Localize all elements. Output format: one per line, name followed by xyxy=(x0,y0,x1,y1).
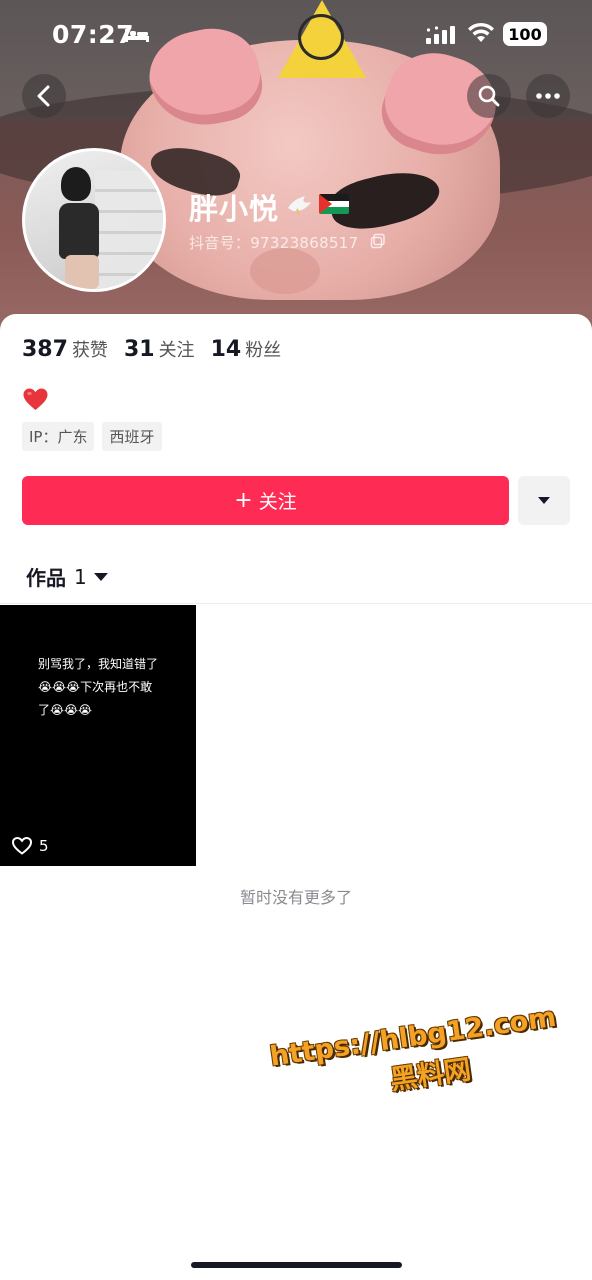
ip-location-tag: IP：广东 xyxy=(22,422,95,451)
caption-line: 别骂我了，我知道错了 xyxy=(38,657,159,671)
search-button[interactable] xyxy=(467,74,511,118)
stat-label: 关注 xyxy=(158,340,195,361)
recommend-dropdown-button[interactable] xyxy=(518,476,570,525)
battery-indicator: 100 xyxy=(503,22,547,46)
avatar[interactable] xyxy=(22,148,166,292)
stat-following[interactable]: 31 关注 xyxy=(124,336,195,362)
more-options-button[interactable] xyxy=(526,74,570,118)
follow-label: 关注 xyxy=(258,491,297,513)
copy-icon[interactable] xyxy=(370,233,386,249)
palestine-flag-icon xyxy=(319,194,349,214)
end-of-list-text: 暂时没有更多了 xyxy=(239,888,352,907)
country-tag: 西班牙 xyxy=(102,422,162,451)
tab-works[interactable]: 作品 1 xyxy=(26,562,108,591)
search-icon xyxy=(478,85,500,107)
caption-line: 😭😭😭下次再也不敢 xyxy=(38,680,153,694)
dove-icon xyxy=(288,196,311,215)
chevron-left-icon xyxy=(37,85,50,107)
stat-label: 获赞 xyxy=(71,340,108,361)
wifi-icon xyxy=(468,22,494,42)
sleep-focus-icon xyxy=(125,29,149,42)
likes-count: 5 xyxy=(39,837,49,855)
home-indicator[interactable] xyxy=(191,1262,402,1268)
douyin-id: 抖音号：97323868517 xyxy=(189,234,359,252)
plus-icon: + xyxy=(234,488,253,513)
caret-down-icon xyxy=(538,497,550,504)
follow-button[interactable]: + 关注 xyxy=(22,476,509,525)
heart-outline-icon xyxy=(12,837,32,855)
caret-down-icon xyxy=(93,572,108,581)
profile-tags: IP：广东 西班牙 xyxy=(22,422,162,451)
works-tab-count: 1 xyxy=(74,564,87,589)
stat-label: 粉丝 xyxy=(245,340,282,361)
stat-likes: 387 获赞 xyxy=(22,336,108,362)
name-emojis xyxy=(285,192,349,216)
video-likes: 5 xyxy=(12,837,49,855)
red-heart-icon xyxy=(23,388,48,410)
works-tab-label: 作品 xyxy=(26,566,66,590)
back-button[interactable] xyxy=(22,74,66,118)
stat-value: 31 xyxy=(123,337,155,362)
divider xyxy=(0,603,592,604)
status-bar: 07:27 100 xyxy=(0,0,592,70)
caption-line: 了😭😭😭 xyxy=(38,703,93,717)
battery-level: 100 xyxy=(508,24,542,44)
video-thumbnail[interactable]: 别骂我了，我知道错了 😭😭😭下次再也不敢 了😭😭😭 5 xyxy=(0,605,196,866)
profile-name: 胖小悦 xyxy=(189,192,280,226)
profile-stats: 387 获赞 31 关注 14 粉丝 xyxy=(22,336,297,362)
status-time: 07:27 xyxy=(52,20,135,49)
more-dots-icon xyxy=(536,93,560,99)
video-caption: 别骂我了，我知道错了 😭😭😭下次再也不敢 了😭😭😭 xyxy=(38,653,168,722)
stat-value: 14 xyxy=(210,337,242,362)
stat-value: 387 xyxy=(22,337,68,362)
stat-followers[interactable]: 14 粉丝 xyxy=(211,336,282,362)
cellular-signal-icon xyxy=(426,26,455,44)
